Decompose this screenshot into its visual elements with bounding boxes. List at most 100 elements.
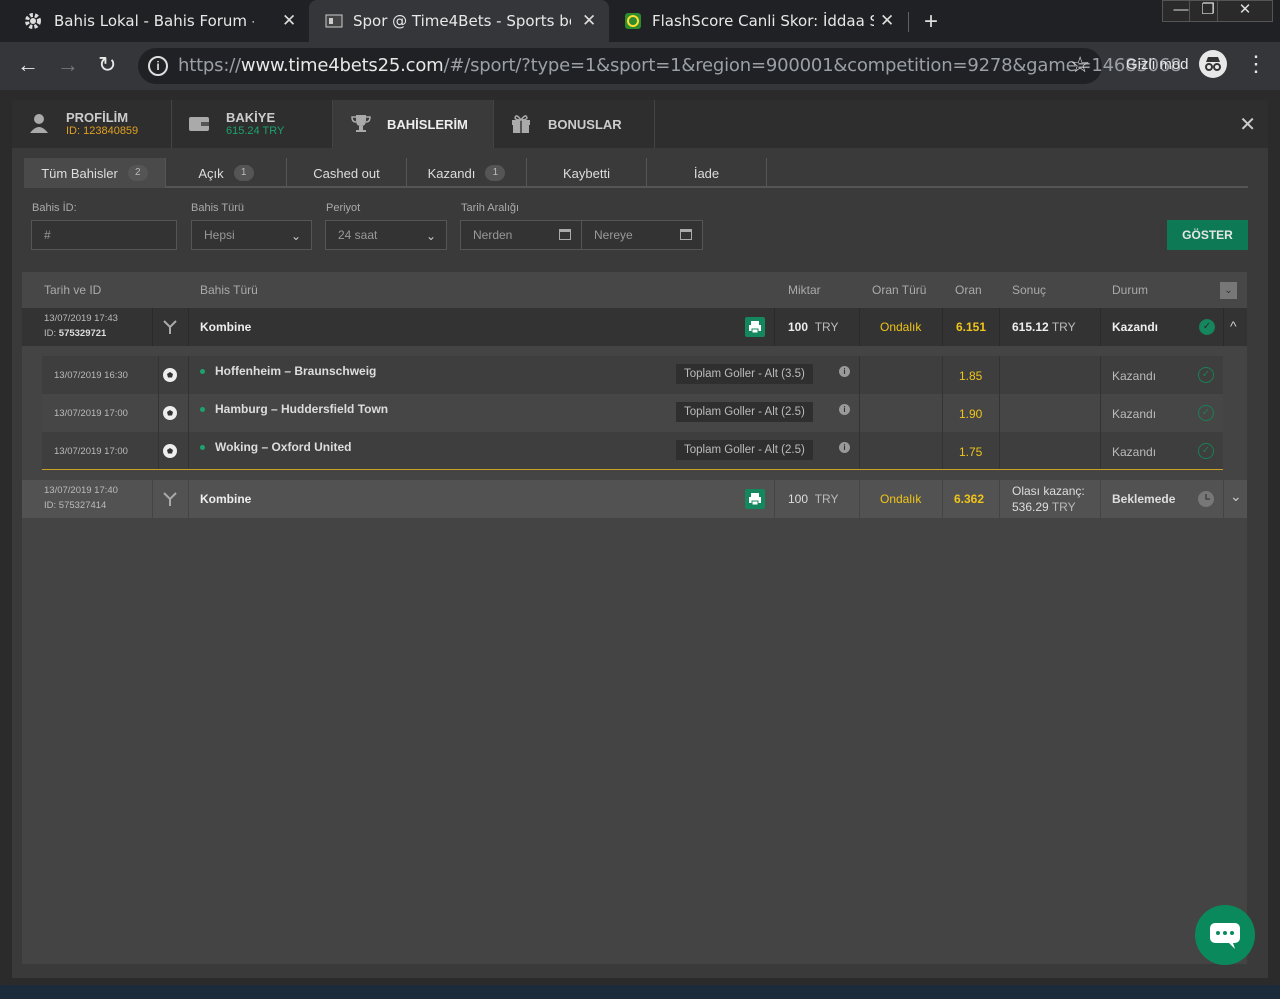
divider bbox=[859, 480, 860, 518]
amount-currency: TRY bbox=[814, 320, 839, 334]
date-to-input[interactable]: Nereye bbox=[581, 220, 703, 250]
calendar-icon[interactable] bbox=[559, 229, 571, 240]
collapse-all-button[interactable]: ⌄ bbox=[1220, 282, 1237, 299]
tab-balance[interactable]: BAKİYE 615.24 TRY bbox=[172, 100, 333, 148]
subtab-cashed-out[interactable]: Cashed out bbox=[287, 158, 407, 188]
chevron-down-icon[interactable]: ⌄ bbox=[1230, 488, 1242, 505]
match-name: Hamburg – Huddersfield Town bbox=[215, 402, 389, 416]
live-chat-button[interactable] bbox=[1195, 905, 1255, 965]
modal-nav: PROFİLİM ID: 123840859 BAKİYE 615.24 TRY… bbox=[12, 100, 1268, 148]
print-button[interactable] bbox=[745, 317, 765, 337]
address-bar[interactable]: i https://www.time4bets25.com/#/sport/?t… bbox=[138, 48, 1182, 84]
divider bbox=[774, 480, 775, 518]
close-tab-icon[interactable]: ✕ bbox=[582, 11, 596, 31]
period-value: 24 saat bbox=[338, 228, 378, 242]
divider bbox=[774, 308, 775, 346]
show-button[interactable]: GÖSTER bbox=[1167, 220, 1248, 250]
bet-row[interactable]: 13/07/2019 17:43 ID: 575329721 Kombine 1… bbox=[22, 308, 1247, 346]
selection-status: Kazandı bbox=[1112, 369, 1157, 383]
divider bbox=[1100, 394, 1101, 432]
selection-match: Hoffenheim – Braunschweig bbox=[200, 364, 376, 378]
won-check-icon: ✓ bbox=[1199, 319, 1215, 335]
reload-icon[interactable]: ↻ bbox=[98, 52, 116, 78]
clock-icon bbox=[1198, 491, 1214, 507]
chevron-up-icon[interactable]: ^ bbox=[1230, 318, 1237, 334]
divider bbox=[188, 394, 189, 432]
close-modal-icon[interactable]: ✕ bbox=[1239, 112, 1256, 137]
back-icon[interactable]: ← bbox=[17, 52, 39, 78]
subtab-won[interactable]: Kazandı 1 bbox=[407, 158, 527, 188]
forward-icon[interactable]: → bbox=[57, 52, 79, 78]
close-window-button[interactable]: ✕ bbox=[1217, 0, 1273, 22]
divider bbox=[188, 356, 189, 394]
result-value: 536.29 bbox=[1012, 500, 1049, 514]
bet-type-select[interactable]: Hepsi ⌄ bbox=[191, 220, 312, 250]
tab-profile[interactable]: PROFİLİM ID: 123840859 bbox=[12, 100, 172, 148]
table-header: Tarih ve ID Bahis Türü Miktar Oran Türü … bbox=[22, 272, 1247, 308]
divider bbox=[1100, 308, 1101, 346]
info-icon[interactable]: i bbox=[839, 366, 850, 377]
count-badge: 2 bbox=[127, 165, 148, 181]
odds-type: Ondalık bbox=[880, 492, 922, 506]
gift-icon bbox=[512, 115, 530, 133]
url-text[interactable]: https://www.time4bets25.com/#/sport/?typ… bbox=[178, 55, 1182, 76]
selection-date: 13/07/2019 17:00 bbox=[54, 408, 128, 419]
divider bbox=[999, 432, 1000, 469]
tab-profile-label: PROFİLİM bbox=[66, 110, 129, 125]
browser-tab-time4bets[interactable]: Spor @ Time4Bets - Sports bettin ✕ bbox=[309, 0, 609, 42]
divider bbox=[188, 480, 189, 518]
bet-id-prefix: ID: bbox=[44, 500, 57, 511]
selection-status: Kazandı bbox=[1112, 445, 1157, 459]
bet-row[interactable]: 13/07/2019 17:40 ID: 575327414 Kombine 1… bbox=[22, 480, 1247, 518]
period-select[interactable]: 24 saat ⌄ bbox=[325, 220, 447, 250]
amount-value: 100 bbox=[788, 320, 809, 334]
browser-menu-icon[interactable]: ⋮ bbox=[1245, 51, 1267, 77]
balance-amount: 615.24 TRY bbox=[226, 125, 285, 137]
col-odds-type: Oran Türü bbox=[872, 283, 927, 297]
subtab-label: Tüm Bahisler bbox=[41, 165, 118, 181]
time4bets-icon bbox=[325, 14, 343, 28]
subtab-open[interactable]: Açık 1 bbox=[166, 158, 287, 188]
incognito-icon[interactable] bbox=[1199, 50, 1227, 78]
print-button[interactable] bbox=[745, 489, 765, 509]
divider bbox=[1100, 480, 1101, 518]
subtab-refund[interactable]: İade bbox=[647, 158, 767, 188]
browser-tab-title: Bahis Lokal - Bahis Forum - Türki bbox=[54, 12, 254, 30]
browser-tab-bahislokal[interactable]: Bahis Lokal - Bahis Forum - Türki ✕ bbox=[0, 0, 308, 42]
bet-result: 615.12 TRY bbox=[1012, 320, 1076, 334]
close-tab-icon[interactable]: ✕ bbox=[282, 11, 296, 31]
subtab-all-bets[interactable]: Tüm Bahisler 2 bbox=[24, 158, 166, 188]
divider bbox=[188, 432, 189, 469]
tab-my-bets[interactable]: BAHİSLERİM bbox=[333, 100, 494, 148]
new-tab-button[interactable]: + bbox=[924, 8, 938, 36]
bet-id-prefix: ID: bbox=[44, 328, 57, 339]
tab-bonuses[interactable]: BONUSLAR bbox=[494, 100, 655, 148]
selection-status: Kazandı bbox=[1112, 407, 1157, 421]
divider bbox=[1100, 432, 1101, 469]
divider bbox=[999, 480, 1000, 518]
date-from-input[interactable]: Nerden bbox=[460, 220, 582, 250]
close-tab-icon[interactable]: ✕ bbox=[880, 11, 894, 31]
bet-id: ID: 575327414 bbox=[44, 500, 106, 511]
calendar-icon[interactable] bbox=[680, 229, 692, 240]
soccer-ball-icon bbox=[163, 368, 177, 382]
browser-tab-title: FlashScore Canli Skor: İddaa Sonu bbox=[652, 12, 874, 30]
browser-tab-flashscore[interactable]: FlashScore Canli Skor: İddaa Sonu ✕ bbox=[610, 0, 908, 42]
subtab-label: Cashed out bbox=[313, 165, 380, 181]
chevron-down-icon: ⌄ bbox=[290, 229, 301, 243]
bookmark-star-icon[interactable]: ☆ bbox=[1070, 52, 1090, 78]
url-prefix: https:// bbox=[178, 55, 241, 76]
bet-id-label: Bahis İD: bbox=[32, 202, 77, 214]
divider bbox=[859, 356, 860, 394]
bet-id-input[interactable]: # bbox=[31, 220, 177, 250]
divider bbox=[1223, 480, 1224, 518]
col-date-id: Tarih ve ID bbox=[44, 283, 102, 297]
result-currency: TRY bbox=[1051, 320, 1076, 334]
subtab-lost[interactable]: Kaybetti bbox=[527, 158, 647, 188]
divider bbox=[1100, 356, 1101, 394]
browser-tab-title: Spor @ Time4Bets - Sports bettin bbox=[353, 12, 571, 30]
info-icon[interactable]: i bbox=[839, 404, 850, 415]
info-icon[interactable]: i bbox=[839, 442, 850, 453]
account-modal: PROFİLİM ID: 123840859 BAKİYE 615.24 TRY… bbox=[12, 100, 1268, 978]
site-info-icon[interactable]: i bbox=[148, 56, 168, 76]
